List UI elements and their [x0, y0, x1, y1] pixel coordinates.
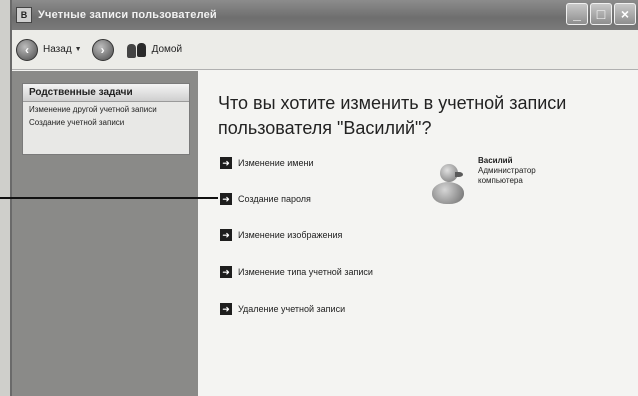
task-link-change-other-account[interactable]: Изменение другой учетной записи — [23, 102, 189, 115]
main-content: Что вы хотите изменить в учетной записи … — [198, 71, 638, 396]
related-tasks-header: Родственные задачи — [23, 84, 189, 102]
users-icon: B — [16, 7, 32, 23]
duck-avatar-icon — [430, 162, 466, 206]
action-label: Удаление учетной записи — [238, 304, 346, 314]
title-bar[interactable]: B Учетные записи пользователей _ □ × — [12, 0, 638, 30]
arrow-right-icon: ➜ — [220, 266, 232, 278]
arrow-right-icon: ➜ — [220, 303, 232, 315]
action-change-account-type[interactable]: ➜ Изменение типа учетной записи — [220, 266, 373, 278]
arrow-right-icon: ➜ — [220, 157, 232, 169]
back-button[interactable]: ‹ Назад ▼ — [16, 38, 82, 61]
maximize-button[interactable]: □ — [590, 3, 612, 25]
task-pane: Родственные задачи Изменение другой учет… — [12, 71, 198, 396]
callout-pointer-line — [0, 197, 218, 199]
minimize-button[interactable]: _ — [566, 3, 588, 25]
action-change-name[interactable]: ➜ Изменение имени — [220, 157, 314, 169]
forward-button[interactable]: › — [91, 38, 114, 61]
home-button[interactable]: Домой — [126, 41, 182, 59]
action-label: Изменение изображения — [238, 230, 343, 240]
action-delete-account[interactable]: ➜ Удаление учетной записи — [220, 303, 345, 315]
window-title: Учетные записи пользователей — [38, 9, 217, 21]
window-controls: _ □ × — [566, 3, 636, 25]
arrow-right-icon: ➜ — [220, 193, 232, 205]
action-create-password[interactable]: ➜ Создание пароля — [220, 193, 311, 205]
close-button[interactable]: × — [614, 3, 636, 25]
action-label: Изменение имени — [238, 158, 314, 168]
user-role-continued: компьютера — [478, 176, 523, 185]
user-role: Администратор — [478, 166, 536, 175]
task-link-create-account[interactable]: Создание учетной записи — [23, 115, 189, 128]
arrow-right-icon: ➜ — [220, 229, 232, 241]
related-tasks-box: Родственные задачи Изменение другой учет… — [22, 83, 190, 155]
action-change-picture[interactable]: ➜ Изменение изображения — [220, 229, 342, 241]
back-arrow-icon: ‹ — [16, 38, 38, 61]
toolbar: ‹ Назад ▼ › Домой — [12, 30, 638, 70]
home-label: Домой — [151, 44, 183, 55]
page-title: Что вы хотите изменить в учетной записи … — [218, 93, 567, 138]
action-label: Создание пароля — [238, 194, 311, 204]
user-info: Василий Администратор компьютера — [478, 156, 536, 206]
chevron-down-icon[interactable]: ▼ — [75, 46, 82, 53]
action-label: Изменение типа учетной записи — [238, 267, 373, 277]
user-name: Василий — [478, 156, 513, 165]
user-card: Василий Администратор компьютера — [430, 156, 536, 206]
back-label: Назад — [43, 44, 72, 55]
users-home-icon — [126, 41, 148, 59]
